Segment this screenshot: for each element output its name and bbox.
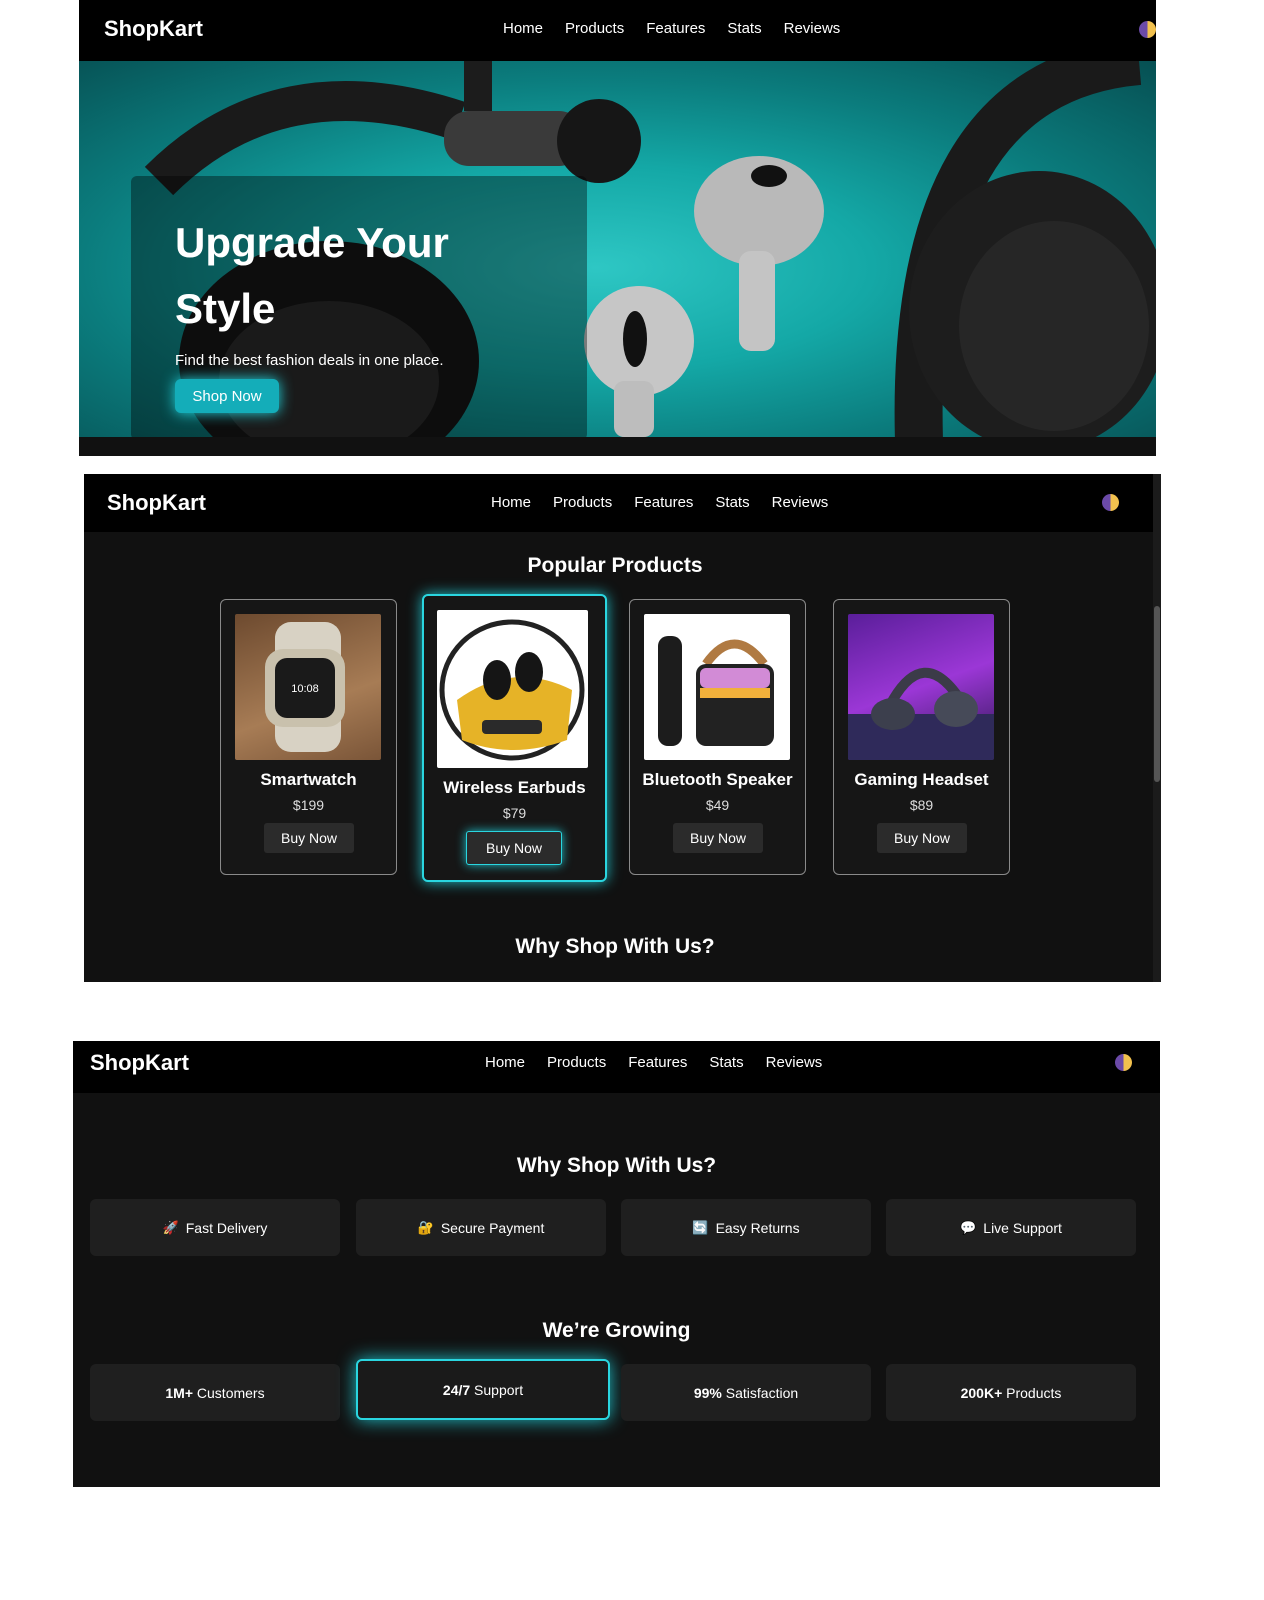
stat-label: Satisfaction: [725, 1384, 799, 1401]
feature-label: Secure Payment: [440, 1219, 545, 1236]
hero-text-card: Upgrade Your Style Find the best fashion…: [131, 176, 587, 440]
nav-stats[interactable]: Stats: [709, 1054, 743, 1071]
buy-now-button[interactable]: Buy Now: [673, 823, 763, 853]
nav-links: Home Products Features Stats Reviews: [503, 20, 840, 37]
nav-products[interactable]: Products: [547, 1054, 606, 1071]
smartwatch-image: 10:08: [235, 614, 381, 760]
nav-stats[interactable]: Stats: [727, 20, 761, 37]
feature-tile: 🔐 Secure Payment: [356, 1199, 606, 1256]
lock-icon: 🔐: [417, 1219, 434, 1235]
stat-value: 24/7: [442, 1381, 471, 1398]
product-name: Bluetooth Speaker: [642, 770, 793, 789]
nav-stats[interactable]: Stats: [715, 494, 749, 511]
stat-tile: 200K+ Products: [886, 1364, 1136, 1421]
rocket-icon: 🚀: [162, 1219, 179, 1235]
wireless-earbuds-image: [437, 610, 588, 768]
nav-products[interactable]: Products: [565, 20, 624, 37]
products-screenshot: ShopKart Home Products Features Stats Re…: [84, 474, 1161, 982]
nav-features[interactable]: Features: [646, 20, 705, 37]
buy-now-button[interactable]: Buy Now: [264, 823, 354, 853]
product-card[interactable]: Gaming Headset $89 Buy Now: [833, 599, 1010, 875]
product-price: $199: [292, 797, 325, 813]
stat-label: Customers: [196, 1384, 265, 1401]
product-card[interactable]: Bluetooth Speaker $49 Buy Now: [629, 599, 806, 875]
nav-reviews[interactable]: Reviews: [772, 494, 829, 511]
stat-label: Products: [1006, 1384, 1062, 1401]
nav-links: Home Products Features Stats Reviews: [485, 1054, 822, 1071]
svg-text:10:08: 10:08: [291, 683, 319, 695]
feature-label: Easy Returns: [715, 1219, 800, 1236]
product-price: $49: [705, 797, 730, 813]
theme-toggle-icon[interactable]: [1102, 494, 1119, 511]
feature-tile: 🔄 Easy Returns: [621, 1199, 871, 1256]
section-title: Popular Products: [527, 554, 703, 577]
gaming-headset-image: [848, 614, 994, 760]
stat-label: Support: [474, 1381, 524, 1398]
nav-home[interactable]: Home: [491, 494, 531, 511]
theme-toggle-icon[interactable]: [1115, 1054, 1132, 1071]
stats-title: We’re Growing: [542, 1319, 691, 1342]
scrollbar-thumb[interactable]: [1154, 606, 1160, 782]
feature-label: Fast Delivery: [185, 1219, 268, 1236]
navbar: ShopKart Home Products Features Stats Re…: [79, 0, 1156, 61]
theme-toggle-icon[interactable]: [1139, 21, 1156, 38]
brand-logo[interactable]: ShopKart: [104, 16, 203, 42]
stat-tile: 99% Satisfaction: [621, 1364, 871, 1421]
feature-label: Live Support: [983, 1219, 1062, 1236]
feature-tile: 💬 Live Support: [886, 1199, 1136, 1256]
hero-bottom-strip: [79, 437, 1156, 456]
hero-subtitle: Find the best fashion deals in one place…: [175, 352, 444, 369]
stat-tile: 1M+ Customers: [90, 1364, 340, 1421]
navbar: ShopKart Home Products Features Stats Re…: [73, 1041, 1160, 1093]
stat-value: 99%: [693, 1384, 722, 1401]
next-section-title: Why Shop With Us?: [515, 935, 715, 958]
features-stats-screenshot: ShopKart Home Products Features Stats Re…: [73, 1041, 1160, 1487]
nav-reviews[interactable]: Reviews: [766, 1054, 823, 1071]
buy-now-button[interactable]: Buy Now: [466, 831, 562, 865]
product-card[interactable]: 10:08 Smartwatch $199 Buy Now: [220, 599, 397, 875]
brand-logo[interactable]: ShopKart: [107, 490, 206, 516]
nav-features[interactable]: Features: [634, 494, 693, 511]
feature-tile: 🚀 Fast Delivery: [90, 1199, 340, 1256]
nav-links: Home Products Features Stats Reviews: [491, 494, 828, 511]
stat-tile: 24/7 Support: [356, 1359, 610, 1420]
product-card[interactable]: Wireless Earbuds $79 Buy Now: [422, 594, 607, 882]
nav-home[interactable]: Home: [485, 1054, 525, 1071]
bluetooth-speaker-image: [644, 614, 790, 760]
product-price: $89: [909, 797, 934, 813]
navbar: ShopKart Home Products Features Stats Re…: [84, 474, 1161, 532]
buy-now-button[interactable]: Buy Now: [877, 823, 967, 853]
nav-features[interactable]: Features: [628, 1054, 687, 1071]
nav-home[interactable]: Home: [503, 20, 543, 37]
stat-value: 200K+: [960, 1384, 1003, 1401]
nav-reviews[interactable]: Reviews: [784, 20, 841, 37]
product-name: Smartwatch: [260, 770, 357, 789]
stat-value: 1M+: [165, 1384, 194, 1401]
nav-products[interactable]: Products: [553, 494, 612, 511]
features-title: Why Shop With Us?: [516, 1154, 717, 1177]
refresh-icon: 🔄: [692, 1219, 709, 1235]
shop-now-button[interactable]: Shop Now: [175, 379, 279, 413]
product-price: $79: [502, 805, 527, 821]
hero-banner-image: Upgrade Your Style Find the best fashion…: [79, 61, 1156, 440]
product-name: Wireless Earbuds: [443, 778, 586, 797]
product-name: Gaming Headset: [854, 770, 989, 789]
chat-bubble-icon: 💬: [960, 1219, 977, 1235]
scrollbar[interactable]: [1153, 474, 1161, 982]
hero-title: Upgrade Your Style: [175, 219, 449, 332]
brand-logo[interactable]: ShopKart: [90, 1050, 189, 1076]
hero-screenshot: ShopKart Home Products Features Stats Re…: [79, 0, 1156, 456]
